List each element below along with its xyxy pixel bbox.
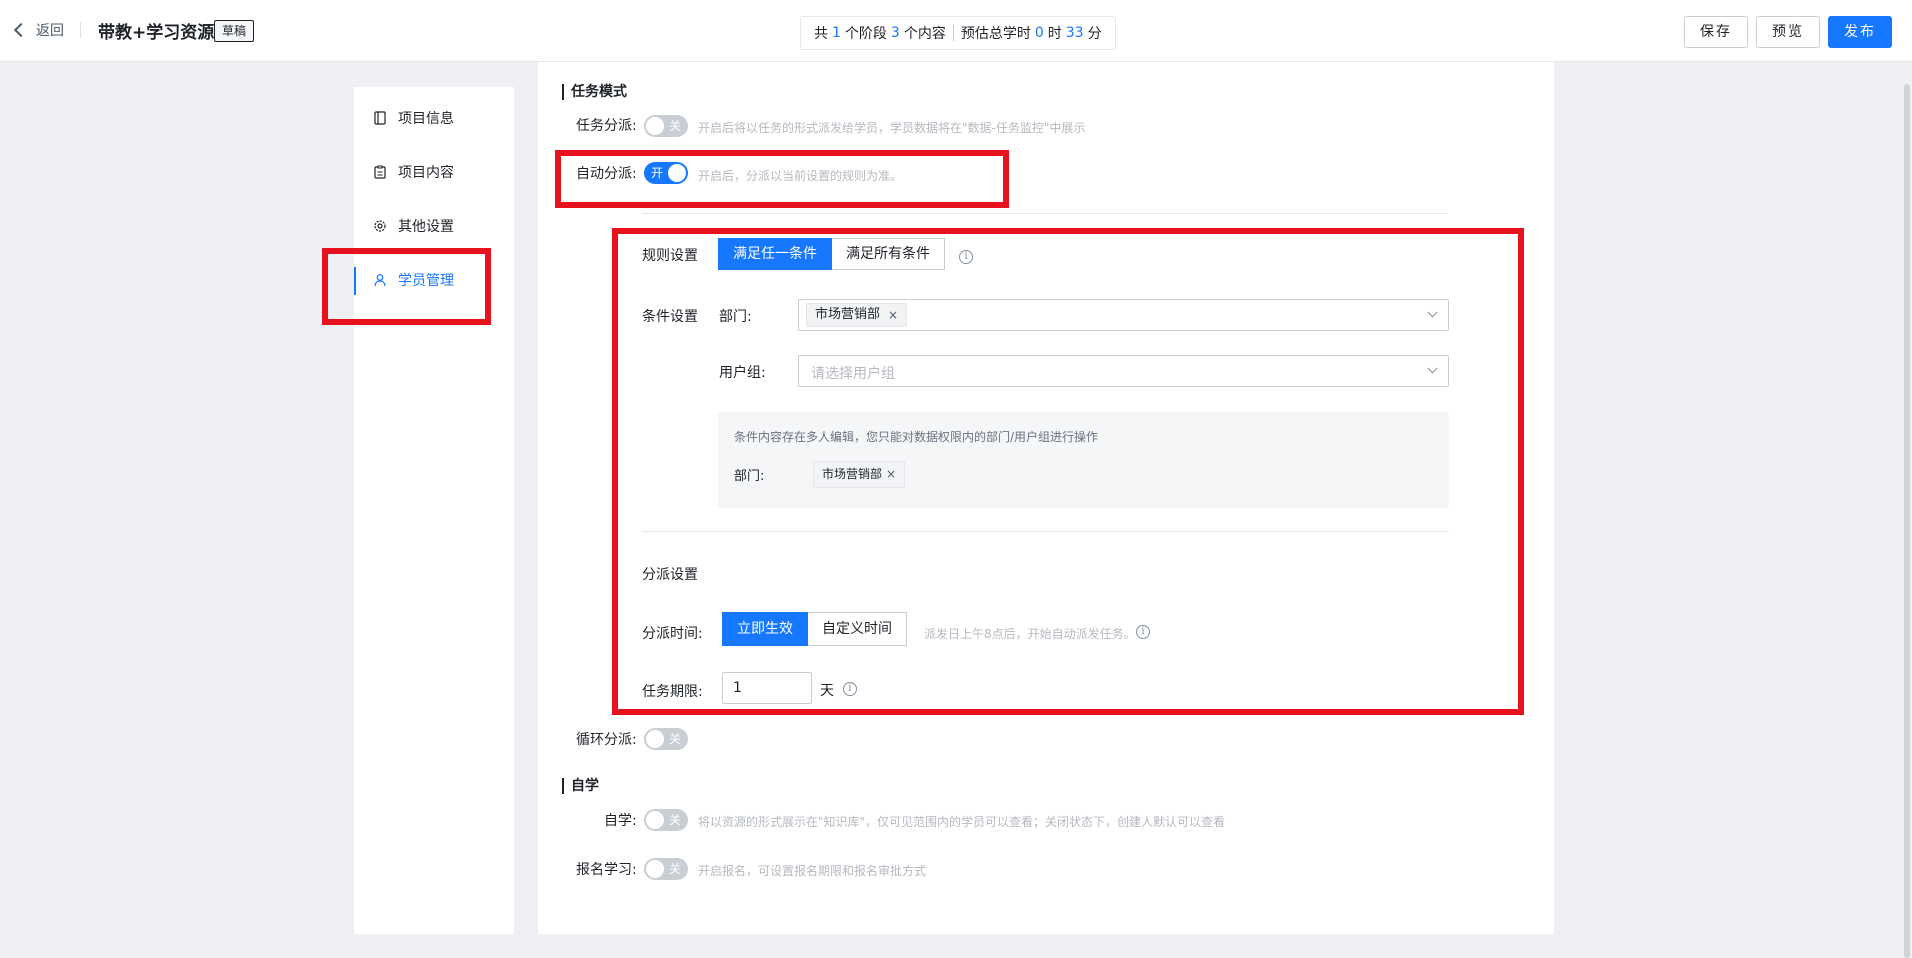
usergroup-label: 用户组: <box>719 365 766 381</box>
deadline-label: 任务期限: <box>642 684 703 700</box>
back-label: 返回 <box>36 23 64 39</box>
loop-dispatch-toggle[interactable]: 关 <box>644 728 688 750</box>
sidebar-item-project-info[interactable]: 项目信息 <box>354 95 514 141</box>
tag-label: 市场营销部 <box>815 307 881 322</box>
minutes-unit: 分 <box>1087 26 1102 42</box>
department-tag: 市场营销部 × <box>806 303 908 327</box>
self-study-hint: 将以资源的形式展示在"知识库"，仅可见范围内的学员可以查看；关闭状态下，创建人默… <box>698 815 1226 829</box>
settings-panel: 任务模式 任务分派: 关 开启后将以任务的形式派发给学员，学员数据将在"数据-任… <box>538 62 1554 934</box>
close-icon[interactable]: × <box>888 304 898 326</box>
save-button[interactable]: 保存 <box>1684 16 1748 48</box>
enroll-label: 报名学习: <box>576 862 637 878</box>
chevron-down-icon <box>1427 307 1438 318</box>
dispatch-time-segmented-control: 立即生效 自定义时间 <box>722 612 907 646</box>
deadline-unit: 天 <box>820 683 834 699</box>
dispatch-time-hint: 派发日上午8点后，开始自动派发任务。 <box>924 627 1136 641</box>
stage-unit: 个阶段 <box>844 26 887 42</box>
rule-option-any[interactable]: 满足任一条件 <box>718 238 832 270</box>
sidebar-item-label: 项目内容 <box>398 165 454 181</box>
deadline-input[interactable]: 1 <box>722 672 812 704</box>
chevron-down-icon <box>1427 363 1438 374</box>
rule-option-all[interactable]: 满足所有条件 <box>832 238 945 270</box>
book-icon <box>372 110 388 126</box>
tag-label: 市场营销部 <box>822 467 883 481</box>
task-dispatch-hint: 开启后将以任务的形式派发给学员，学员数据将在"数据-任务监控"中展示 <box>698 121 1086 135</box>
toggle-knob <box>646 811 664 829</box>
chevron-left-icon <box>13 22 29 38</box>
clipboard-icon <box>372 164 388 180</box>
dispatch-settings-title: 分派设置 <box>642 567 698 583</box>
toggle-knob <box>646 860 664 878</box>
sidebar-item-other-settings[interactable]: 其他设置 <box>354 203 514 249</box>
sidebar-item-label: 项目信息 <box>398 111 454 127</box>
toggle-state-label: 关 <box>668 732 681 746</box>
dispatch-time-immediate[interactable]: 立即生效 <box>722 612 808 646</box>
toggle-state-label: 开 <box>651 166 664 180</box>
sidebar-item-student-management[interactable]: 学员管理 <box>354 257 514 303</box>
sidebar-item-label: 其他设置 <box>398 219 454 235</box>
department-label: 部门: <box>719 309 752 325</box>
gear-icon <box>372 218 388 234</box>
toggle-state-label: 关 <box>668 862 681 876</box>
toggle-knob <box>646 117 664 135</box>
minutes-value: 33 <box>1065 25 1084 41</box>
page-scrollbar[interactable] <box>1904 84 1910 958</box>
toggle-state-label: 关 <box>668 119 681 133</box>
loop-dispatch-label: 循环分派: <box>576 732 637 748</box>
toggle-knob <box>646 730 664 748</box>
close-icon[interactable]: × <box>886 462 896 487</box>
publish-button[interactable]: 发布 <box>1828 16 1892 48</box>
self-study-toggle[interactable]: 关 <box>644 809 688 831</box>
permission-notice: 条件内容存在多人编辑，您只能对数据权限内的部门/用户组进行操作 部门: 市场营销… <box>718 412 1449 508</box>
top-header: 返回 带教+学习资源 草稿 共 1 个阶段 3 个内容 预估总学时 0 时 33… <box>0 0 1912 62</box>
notice-department-label: 部门: <box>734 469 765 484</box>
sidebar-item-label: 学员管理 <box>398 273 454 289</box>
divider <box>642 213 1448 214</box>
summary-divider <box>952 25 954 41</box>
page-title: 带教+学习资源 <box>98 23 215 43</box>
hours-unit: 时 <box>1047 26 1062 42</box>
content-unit: 个内容 <box>903 26 946 42</box>
dispatch-time-custom[interactable]: 自定义时间 <box>808 612 907 646</box>
toggle-state-label: 关 <box>668 813 681 827</box>
toggle-knob <box>668 164 686 182</box>
info-icon[interactable]: i <box>843 682 857 696</box>
auto-dispatch-label: 自动分派: <box>576 166 637 182</box>
info-icon[interactable]: i <box>959 250 973 264</box>
section-title-self-study: 自学 <box>562 778 599 794</box>
auto-dispatch-toggle[interactable]: 开 <box>644 162 688 184</box>
back-button[interactable]: 返回 <box>13 20 64 40</box>
enroll-hint: 开启报名，可设置报名期限和报名审批方式 <box>698 864 927 878</box>
est-hours-label: 预估总学时 <box>960 26 1031 42</box>
user-icon <box>372 272 388 288</box>
task-dispatch-label: 任务分派: <box>576 118 637 134</box>
content-count: 3 <box>890 25 900 41</box>
rule-segmented-control: 满足任一条件 满足所有条件 <box>718 238 945 270</box>
status-badge: 草稿 <box>214 20 255 42</box>
task-dispatch-toggle[interactable]: 关 <box>644 115 688 137</box>
dispatch-time-label: 分派时间: <box>642 626 703 642</box>
info-icon[interactable]: i <box>1136 625 1150 639</box>
preview-button[interactable]: 预览 <box>1756 16 1820 48</box>
content-summary: 共 1 个阶段 3 个内容 预估总学时 0 时 33 分 <box>800 16 1116 50</box>
notice-department-tag: 市场营销部 × <box>813 461 906 488</box>
rule-settings-label: 规则设置 <box>642 248 698 264</box>
enroll-toggle[interactable]: 关 <box>644 858 688 880</box>
hours-value: 0 <box>1034 25 1044 41</box>
usergroup-select[interactable]: 请选择用户组 <box>798 355 1449 387</box>
stage-count: 1 <box>832 25 841 41</box>
summary-prefix: 共 <box>814 26 828 42</box>
usergroup-placeholder: 请选择用户组 <box>811 366 895 382</box>
auto-dispatch-hint: 开启后，分派以当前设置的规则为准。 <box>698 169 903 183</box>
sidebar-item-project-content[interactable]: 项目内容 <box>354 149 514 195</box>
header-divider <box>80 22 81 38</box>
self-study-label: 自学: <box>604 813 637 829</box>
notice-text: 条件内容存在多人编辑，您只能对数据权限内的部门/用户组进行操作 <box>734 430 1099 444</box>
condition-settings-label: 条件设置 <box>642 309 698 325</box>
section-title-task-mode: 任务模式 <box>562 84 627 100</box>
divider <box>642 531 1449 532</box>
sidebar-nav: 项目信息 项目内容 其他设置 学员管理 <box>354 87 514 934</box>
